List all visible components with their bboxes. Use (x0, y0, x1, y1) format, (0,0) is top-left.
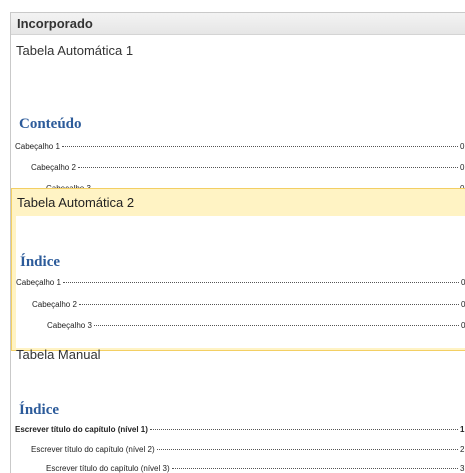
toc-page-number: 2 (460, 445, 465, 454)
item-title: Tabela Automática 1 (16, 43, 134, 58)
toc-line-level-2: Escrever título do capítulo (nível 2) 2 (31, 445, 465, 455)
toc-line-label: Escrever título do capítulo (nível 2) (31, 445, 155, 454)
toc-heading: Índice (20, 254, 61, 270)
toc-leader-dots (78, 304, 459, 305)
toc-leader-dots (93, 325, 459, 326)
toc-leader-dots (149, 429, 458, 430)
toc-line-label: Escrever título do capítulo (nível 1) (15, 425, 148, 434)
toc-page-number: 0 (460, 163, 465, 172)
toc-leader-dots (171, 468, 458, 469)
toc-leader-dots (77, 167, 458, 168)
gallery-item-automatic-table-2[interactable]: Tabela Automática 2 Índice Cabeçalho 1 0… (11, 188, 465, 351)
toc-line-level-1: Cabeçalho 1 0 (15, 142, 465, 152)
toc-page-number: 1 (460, 425, 465, 434)
toc-leader-dots (156, 449, 458, 450)
gallery-item-manual-table[interactable]: Tabela Manual Índice Escrever título do … (11, 342, 465, 473)
toc-page-number: 0 (461, 300, 465, 310)
toc-line-level-1: Escrever título do capítulo (nível 1) 1 (15, 425, 465, 435)
toc-leader-dots (62, 282, 459, 283)
toc-gallery: Incorporado Tabela Automática 1 Conteúdo… (10, 12, 465, 473)
toc-page-number: 0 (461, 321, 465, 331)
toc-page-number: 0 (461, 278, 465, 288)
toc-leader-dots (61, 146, 458, 147)
toc-line-level-2: Cabeçalho 2 0 (32, 300, 465, 310)
item-title: Tabela Automática 2 (17, 195, 135, 210)
toc-heading: Índice (19, 402, 60, 418)
toc-line-level-1: Cabeçalho 1 0 (16, 278, 465, 288)
toc-line-label: Cabeçalho 3 (47, 321, 92, 330)
toc-preview: Índice Escrever título do capítulo (níve… (15, 368, 465, 473)
toc-page-number: 0 (460, 142, 465, 151)
toc-line-level-3: Cabeçalho 3 0 (47, 321, 465, 331)
toc-preview: Índice Cabeçalho 1 0 Cabeçalho 2 0 Cabeç… (16, 216, 465, 348)
gallery-item-automatic-table-1[interactable]: Tabela Automática 1 Conteúdo Cabeçalho 1… (11, 36, 465, 209)
toc-line-label: Cabeçalho 2 (31, 163, 76, 172)
toc-line-label: Cabeçalho 2 (32, 300, 77, 309)
item-title: Tabela Manual (16, 347, 101, 362)
toc-line-level-2: Cabeçalho 2 0 (31, 163, 465, 173)
toc-heading: Conteúdo (19, 116, 82, 132)
section-header-incorporado: Incorporado (11, 13, 465, 35)
toc-preview: Conteúdo Cabeçalho 1 0 Cabeçalho 2 0 Cab… (15, 64, 465, 204)
toc-line-label: Cabeçalho 1 (16, 278, 61, 287)
toc-line-label: Cabeçalho 1 (15, 142, 60, 151)
